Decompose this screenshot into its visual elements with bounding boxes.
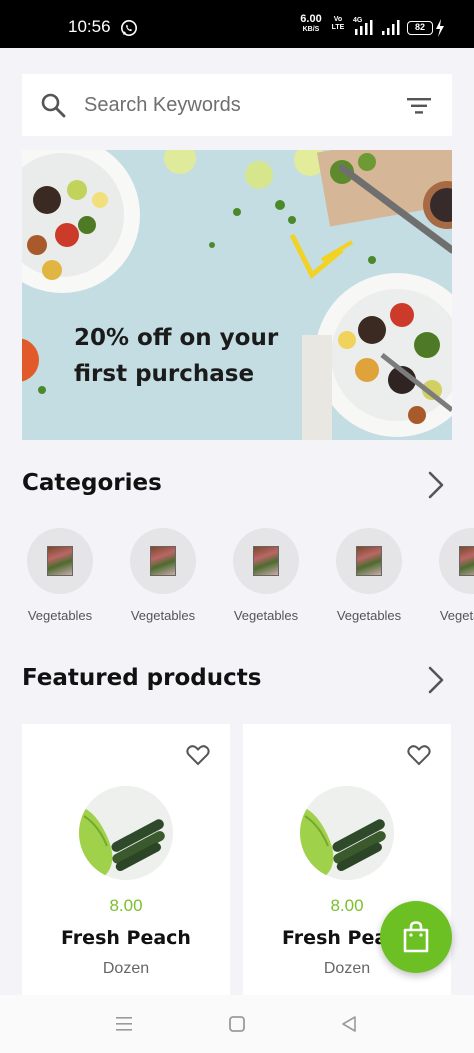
promo-banner[interactable]: 20% off on your first purchase [22, 150, 452, 440]
category-image [233, 528, 299, 594]
favorite-heart-icon[interactable] [186, 744, 210, 766]
product-image [300, 786, 394, 880]
category-label: Vegetables [233, 608, 299, 623]
category-thumbnail [356, 546, 382, 576]
categories-title: Categories [22, 470, 162, 496]
category-thumbnail [150, 546, 176, 576]
menu-recents-icon[interactable] [114, 1015, 134, 1033]
category-image [27, 528, 93, 594]
featured-see-all-chevron-icon[interactable] [424, 665, 448, 695]
search-input[interactable] [84, 84, 384, 126]
banner-line-1: 20% off on your [74, 325, 279, 351]
category-label: Vegetables [439, 608, 474, 623]
category-label: Vegetables [27, 608, 93, 623]
category-thumbnail [253, 546, 279, 576]
product-photo [79, 786, 173, 880]
status-time: 10:56 [68, 17, 111, 36]
home-icon[interactable] [228, 1015, 246, 1033]
favorite-heart-icon[interactable] [407, 744, 431, 766]
category-label: Vegetables [130, 608, 196, 623]
network-speed-unit: KB/S [302, 26, 320, 33]
whatsapp-icon [121, 20, 137, 36]
category-image [336, 528, 402, 594]
volte-indicator: Vo LTE [328, 16, 348, 31]
category-item[interactable]: Vegetables [216, 528, 316, 623]
product-card[interactable]: 8.00 Fresh Peach Dozen [243, 724, 451, 1024]
category-scroll-clip: Vegetables [420, 0, 474, 640]
product-price: 8.00 [109, 896, 143, 915]
banner-line-2: first purchase [74, 361, 255, 387]
product-photo [300, 786, 394, 880]
status-bar: 10:56 6.00 KB/S Vo LTE 4G 82 [0, 0, 474, 48]
signal-icon: 4G [353, 17, 375, 40]
network-speed-value: 6.00 [300, 13, 322, 25]
network-type-label: 4G [353, 17, 363, 24]
cart-fab-button[interactable] [380, 901, 452, 973]
product-name: Fresh Peach [61, 927, 191, 949]
search-icon[interactable] [40, 92, 66, 118]
system-navigation-bar [0, 995, 474, 1053]
category-image [439, 528, 474, 594]
category-item[interactable]: Vegetables [422, 528, 474, 623]
featured-products-title: Featured products [22, 665, 262, 691]
network-speed: 6.00 KB/S [298, 13, 324, 34]
category-item[interactable]: Vegetables [319, 528, 419, 623]
product-card[interactable]: 8.00 Fresh Peach Dozen [22, 724, 230, 1024]
category-thumbnail [459, 546, 474, 576]
product-image [79, 786, 173, 880]
signal-icon-sim2 [382, 20, 400, 35]
category-image [130, 528, 196, 594]
category-label: Vegetables [336, 608, 402, 623]
back-icon[interactable] [340, 1015, 358, 1033]
banner-promo-text: 20% off on your first purchase [74, 320, 294, 392]
shopping-bag-icon [403, 921, 429, 953]
category-thumbnail [47, 546, 73, 576]
volte-top: Vo [333, 16, 343, 23]
category-item[interactable]: Vegetables [113, 528, 213, 623]
product-unit: Dozen [102, 960, 150, 977]
category-item[interactable]: Vegetables [10, 528, 110, 623]
search-bar[interactable] [22, 74, 452, 136]
volte-bottom: LTE [331, 23, 345, 31]
banner-food-image [22, 150, 452, 440]
